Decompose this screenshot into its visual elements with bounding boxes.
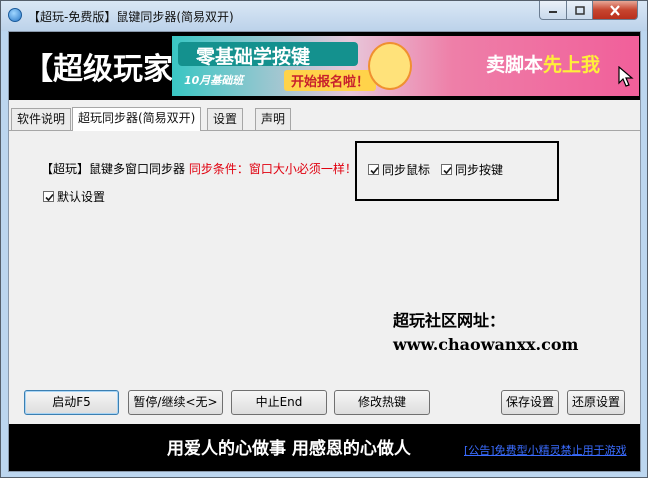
close-button[interactable] — [592, 1, 638, 20]
tab-settings[interactable]: 设置 — [207, 108, 244, 130]
tab-synchronizer[interactable]: 超玩同步器(简易双开) — [72, 107, 202, 131]
checkmark-icon — [443, 166, 452, 175]
minimize-icon — [549, 11, 557, 13]
title-bar[interactable]: 【超玩-免费版】鼠键同步器(简易双开) — [1, 1, 647, 31]
sync-description-text: 【超玩】鼠键多窗口同步器 — [41, 162, 186, 176]
close-icon — [610, 4, 620, 16]
sync-keys-label: 同步按键 — [455, 163, 504, 177]
sync-description: 【超玩】鼠键多窗口同步器 同步条件：窗口大小必须一样！ — [41, 160, 357, 177]
app-window: 【超玩-免费版】鼠键同步器(简易双开) 【超级玩家 零基础学按键 10月基础班 … — [0, 0, 648, 478]
ad-cta-badge: 开始报名啦！ — [284, 70, 377, 91]
sync-keys-checkbox[interactable]: 同步按键 — [441, 161, 503, 178]
tab-bar: 软件说明 超玩同步器(简易双开) 设置 声明 — [9, 107, 640, 131]
sync-mouse-label: 同步鼠标 — [382, 163, 431, 177]
default-settings-label: 默认设置 — [57, 190, 106, 204]
ad-right-white-text: 卖脚本 — [486, 54, 544, 76]
community-site-info: 超玩社区网址： www.chaowanxx.com — [393, 309, 578, 357]
sync-keys-checkbox-box[interactable] — [441, 164, 452, 175]
client-area: 【超级玩家 零基础学按键 10月基础班 开始报名啦！ 卖脚本先上我 软件说明 超… — [8, 31, 641, 472]
maximize-button[interactable] — [566, 1, 593, 20]
default-settings-checkbox[interactable]: 默认设置 — [43, 188, 105, 205]
modify-hotkey-button[interactable]: 修改热键 — [334, 390, 430, 415]
ad-mascot-image — [368, 42, 412, 90]
ad-right-text: 卖脚本先上我 — [486, 50, 600, 77]
save-settings-button[interactable]: 保存设置 — [501, 390, 559, 415]
tab-page-synchronizer: 【超玩】鼠键多窗口同步器 同步条件：窗口大小必须一样！ 同步鼠标 同步按键 默认… — [9, 130, 640, 423]
start-button[interactable]: 启动F5 — [24, 390, 119, 415]
default-settings-checkbox-box[interactable] — [43, 191, 54, 202]
footer-banner: 用爱人的心做事 用感恩的心做人 [公告]免费型小精灵禁止用于游戏 — [9, 424, 640, 471]
tab-statement[interactable]: 声明 — [255, 108, 292, 130]
sync-mouse-checkbox-box[interactable] — [368, 164, 379, 175]
community-site-label: 超玩社区网址： — [393, 311, 506, 330]
ad-right-yellow-text: 先上我 — [543, 54, 601, 76]
footer-slogan: 用爱人的心做事 用感恩的心做人 — [167, 439, 411, 459]
checkmark-icon — [45, 193, 54, 202]
community-site-url: www.chaowanxx.com — [393, 335, 579, 354]
restore-settings-button[interactable]: 还原设置 — [567, 390, 625, 415]
sync-mouse-checkbox[interactable]: 同步鼠标 — [368, 161, 430, 178]
ad-headline: 零基础学按键 — [196, 46, 311, 68]
maximize-icon — [574, 5, 585, 15]
sync-condition-warning: 同步条件：窗口大小必须一样！ — [188, 162, 357, 176]
mouse-cursor-icon — [618, 66, 634, 87]
app-icon — [8, 8, 22, 22]
minimize-button[interactable] — [539, 1, 567, 20]
brand-title: 【超级玩家 — [23, 52, 173, 87]
pause-resume-button[interactable]: 暂停/继续<无> — [128, 390, 223, 415]
header-banner: 【超级玩家 零基础学按键 10月基础班 开始报名啦！ 卖脚本先上我 — [9, 32, 640, 100]
announcement-link[interactable]: [公告]免费型小精灵禁止用于游戏 — [464, 442, 627, 458]
checkmark-icon — [370, 166, 379, 175]
stop-button[interactable]: 中止End — [231, 390, 327, 415]
tab-software-info[interactable]: 软件说明 — [11, 108, 72, 130]
ad-banner[interactable]: 零基础学按键 10月基础班 开始报名啦！ 卖脚本先上我 — [172, 36, 639, 96]
ad-month-label: 10月基础班 — [184, 74, 244, 87]
window-title: 【超玩-免费版】鼠键同步器(简易双开) — [28, 10, 234, 24]
